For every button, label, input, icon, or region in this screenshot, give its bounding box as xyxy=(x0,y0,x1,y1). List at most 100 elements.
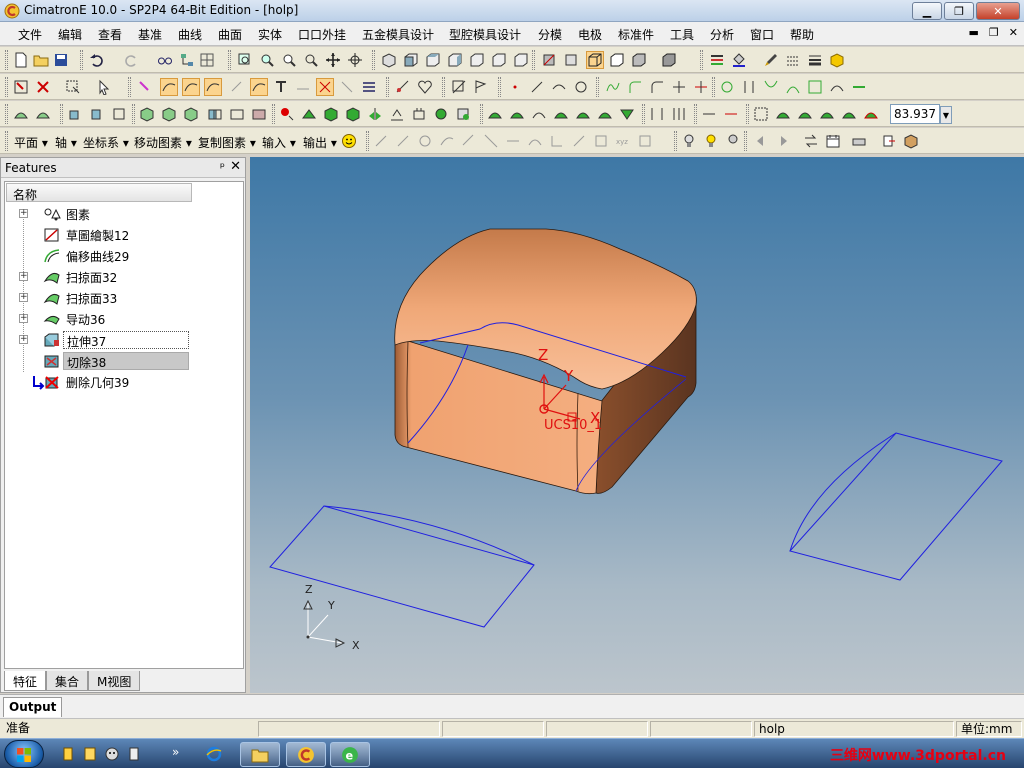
draft-icon[interactable] xyxy=(300,105,318,123)
tree-item-offset-curve[interactable]: 偏移曲线29 xyxy=(5,246,243,266)
sketch-icon[interactable] xyxy=(450,78,468,96)
toolbar-grip[interactable] xyxy=(5,77,8,97)
tree-item-cut-38[interactable]: 切除38 xyxy=(5,351,243,371)
silhouette-icon[interactable] xyxy=(828,78,846,96)
menu-parting[interactable]: 分模 xyxy=(538,26,562,43)
brush-icon[interactable] xyxy=(762,51,780,69)
boolean-cut-icon[interactable] xyxy=(250,105,268,123)
zoom-fit-icon[interactable] xyxy=(258,51,276,69)
toolbar-grip[interactable] xyxy=(366,131,369,151)
zoom-dropdown-icon[interactable]: ▼ xyxy=(940,106,952,124)
line-width-icon[interactable] xyxy=(806,51,824,69)
view-front-icon[interactable] xyxy=(402,51,420,69)
taskbar-explorer-button[interactable] xyxy=(240,742,280,767)
forward-arrow-icon[interactable] xyxy=(774,132,792,150)
chamfer-icon[interactable] xyxy=(344,105,362,123)
shaded-icon[interactable] xyxy=(630,51,648,69)
hidden-line-icon[interactable] xyxy=(608,51,626,69)
view-bottom-icon[interactable] xyxy=(490,51,508,69)
boolean-subtract-icon[interactable] xyxy=(228,105,246,123)
zoom-window-icon[interactable] xyxy=(236,51,254,69)
isoparametric-icon[interactable] xyxy=(784,78,802,96)
taskbar-cimatron-button[interactable] xyxy=(286,742,326,767)
menu-window[interactable]: 窗口 xyxy=(750,26,774,43)
quicklaunch-app-icon[interactable] xyxy=(104,746,120,762)
close-button[interactable]: ✕ xyxy=(976,2,1020,20)
layer-manager-icon[interactable] xyxy=(708,51,726,69)
toolbar-grip[interactable] xyxy=(596,77,599,97)
dim-xyz-icon[interactable]: xyz xyxy=(614,132,632,150)
zoom-area-icon[interactable] xyxy=(280,51,298,69)
menu-plane[interactable]: 平面 ▾ xyxy=(14,134,48,151)
menu-curve[interactable]: 曲线 xyxy=(178,26,202,43)
redo-icon[interactable] xyxy=(122,51,140,69)
menu-solid[interactable]: 实体 xyxy=(258,26,282,43)
panel-close-icon[interactable]: ✕ xyxy=(230,159,241,174)
thread-icon[interactable] xyxy=(454,105,472,123)
wireframe-icon[interactable] xyxy=(586,51,604,69)
swap-icon[interactable] xyxy=(802,132,820,150)
filter-body-icon[interactable] xyxy=(204,78,222,96)
menu-datum[interactable]: 基准 xyxy=(138,26,162,43)
tree-structure-icon[interactable] xyxy=(178,51,196,69)
surface-offset-icon[interactable] xyxy=(648,105,666,123)
menu-coordinate-system[interactable]: 坐标系 ▾ xyxy=(83,134,129,151)
menu-file[interactable]: 文件 xyxy=(18,26,42,43)
toolbar-grip[interactable] xyxy=(746,104,749,124)
deselect-icon[interactable] xyxy=(34,78,52,96)
tree-column-header[interactable]: 名称 xyxy=(6,183,192,202)
graphics-viewport[interactable]: Z Y X UCS10_1 Z Y X xyxy=(250,157,1024,693)
cursor-pick-icon[interactable] xyxy=(96,78,114,96)
print-setup-icon[interactable] xyxy=(850,132,868,150)
tree-item-delete-geometry-39[interactable]: 删除几何39 xyxy=(5,372,243,392)
surface-fill-icon[interactable] xyxy=(618,105,636,123)
menu-export[interactable]: 输出 ▾ xyxy=(303,134,337,151)
expand-icon[interactable]: + xyxy=(19,272,28,281)
toolbar-grip[interactable] xyxy=(642,104,645,124)
menu-help[interactable]: 帮助 xyxy=(790,26,814,43)
spline-icon[interactable] xyxy=(604,78,622,96)
view-top-icon[interactable] xyxy=(424,51,442,69)
menu-copy-entity[interactable]: 复制图素 ▾ xyxy=(198,134,256,151)
dim-radius-icon[interactable] xyxy=(416,132,434,150)
boundary-icon[interactable] xyxy=(806,78,824,96)
filter-all-icon[interactable] xyxy=(360,78,378,96)
tree-item-extrude-37[interactable]: + 拉伸37 xyxy=(5,330,243,350)
trim-icon[interactable] xyxy=(670,78,688,96)
toolbar-grip[interactable] xyxy=(498,77,501,97)
tree-item-sketch[interactable]: 草圖繪製12 xyxy=(5,225,243,245)
composite-curve-icon[interactable] xyxy=(740,78,758,96)
render-mode-icon[interactable] xyxy=(660,51,678,69)
undo-icon[interactable] xyxy=(88,51,106,69)
toolbar-grip[interactable] xyxy=(128,77,131,97)
internet-explorer-icon[interactable] xyxy=(206,746,222,762)
dim-angle-icon[interactable] xyxy=(438,132,456,150)
toolbar-grip[interactable] xyxy=(700,50,703,70)
quicklaunch-more-icon[interactable]: » xyxy=(172,745,179,759)
tree-item-sweep-33[interactable]: + 扫掠面33 xyxy=(5,288,243,308)
surface-edit-icon[interactable] xyxy=(34,105,52,123)
expand-icon[interactable]: + xyxy=(19,314,28,323)
circle-icon[interactable] xyxy=(572,78,590,96)
primitive-cylinder-icon[interactable] xyxy=(160,105,178,123)
save-icon[interactable] xyxy=(52,51,70,69)
quicklaunch-calculator-icon[interactable] xyxy=(126,746,142,762)
mdi-close-icon[interactable]: ✕ xyxy=(1009,26,1018,39)
toolbar-grip[interactable] xyxy=(228,50,231,70)
dim-chain-icon[interactable] xyxy=(570,132,588,150)
intersect-curve-icon[interactable] xyxy=(762,78,780,96)
toolbar-grip[interactable] xyxy=(5,50,8,70)
view-left-icon[interactable] xyxy=(512,51,530,69)
toolbar-grip[interactable] xyxy=(532,50,535,70)
toolbar-grip[interactable] xyxy=(694,104,697,124)
quicklaunch-user-icon[interactable] xyxy=(60,746,76,762)
filter-feature-icon[interactable] xyxy=(316,78,334,96)
clip-view-icon[interactable] xyxy=(562,51,580,69)
measure-icon[interactable] xyxy=(394,78,412,96)
surface-unstitch-icon[interactable] xyxy=(774,105,792,123)
surface-trim-icon[interactable] xyxy=(700,105,718,123)
surface-move-icon[interactable] xyxy=(840,105,858,123)
dim-arc-icon[interactable] xyxy=(526,132,544,150)
filter-face-icon[interactable] xyxy=(182,78,200,96)
surface-extend-icon[interactable] xyxy=(670,105,688,123)
